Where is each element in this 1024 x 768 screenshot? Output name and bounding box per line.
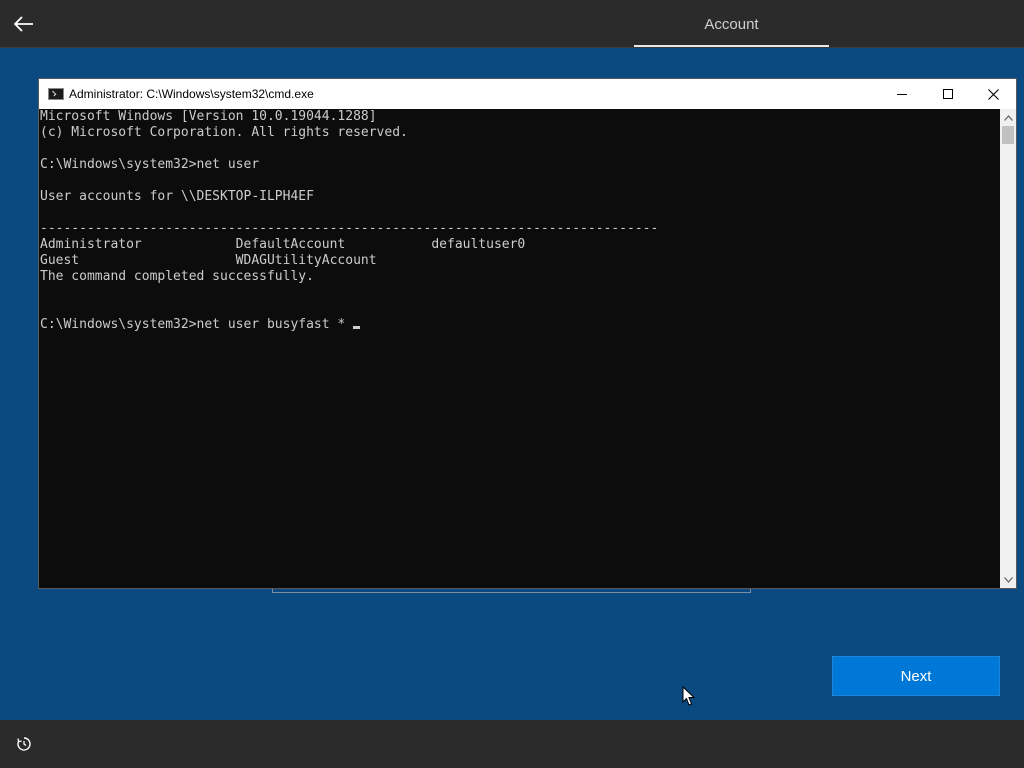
console-line: (c) Microsoft Corporation. All rights re… bbox=[40, 125, 408, 140]
oobe-bottom-bar bbox=[0, 720, 1024, 768]
tab-active-indicator bbox=[634, 45, 829, 47]
console-line: Microsoft Windows [Version 10.0.19044.12… bbox=[40, 109, 377, 124]
maximize-icon bbox=[943, 89, 953, 99]
console-line: C:\Windows\system32>net user bbox=[40, 157, 260, 172]
console-line: ----------------------------------------… bbox=[40, 221, 659, 236]
cmd-titlebar[interactable]: Administrator: C:\Windows\system32\cmd.e… bbox=[39, 79, 1016, 109]
scrollbar-thumb[interactable] bbox=[1002, 126, 1014, 144]
console-line: Guest WDAGUtilityAccount bbox=[40, 253, 377, 268]
console-prompt-text: C:\Windows\system32>net user busyfast * bbox=[40, 317, 354, 332]
oobe-top-bar: Account bbox=[0, 0, 1024, 48]
chevron-down-icon bbox=[1003, 576, 1013, 583]
ease-of-access-icon bbox=[17, 737, 31, 751]
vertical-scrollbar[interactable] bbox=[1000, 109, 1016, 588]
cmd-app-icon bbox=[48, 88, 64, 100]
mouse-pointer-icon bbox=[682, 686, 696, 706]
cmd-console-output[interactable]: Microsoft Windows [Version 10.0.19044.12… bbox=[39, 109, 1000, 588]
maximize-button[interactable] bbox=[925, 79, 971, 109]
next-button[interactable]: Next bbox=[832, 656, 1000, 696]
ease-of-access-button[interactable] bbox=[10, 730, 38, 758]
tab-account: Account bbox=[704, 15, 759, 33]
arrow-left-icon bbox=[14, 16, 33, 32]
minimize-button[interactable] bbox=[879, 79, 925, 109]
console-line: Administrator DefaultAccount defaultuser… bbox=[40, 237, 526, 252]
chevron-up-icon bbox=[1003, 114, 1013, 121]
scroll-down-button[interactable] bbox=[1000, 571, 1016, 588]
back-button[interactable] bbox=[8, 8, 40, 40]
console-line: User accounts for \\DESKTOP-ILPH4EF bbox=[40, 189, 314, 204]
close-icon bbox=[987, 88, 999, 100]
scroll-up-button[interactable] bbox=[1000, 109, 1016, 126]
console-line: The command completed successfully. bbox=[40, 269, 314, 284]
cmd-window-title: Administrator: C:\Windows\system32\cmd.e… bbox=[69, 87, 314, 101]
close-button[interactable] bbox=[970, 79, 1016, 109]
minimize-icon bbox=[897, 94, 907, 95]
cmd-window: Administrator: C:\Windows\system32\cmd.e… bbox=[38, 78, 1017, 589]
console-prompt-line[interactable]: C:\Windows\system32>net user busyfast * bbox=[39, 317, 1000, 333]
text-cursor bbox=[353, 326, 361, 329]
